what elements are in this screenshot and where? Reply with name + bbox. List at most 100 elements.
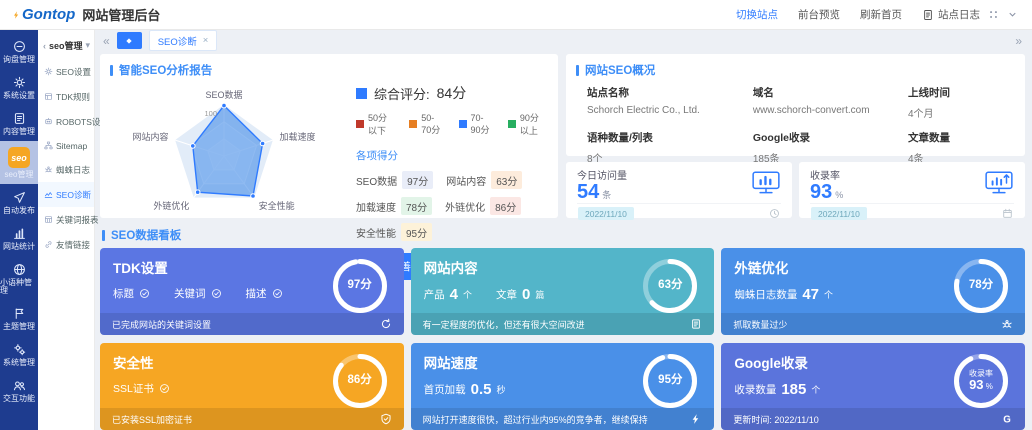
dashboard-card-网站速度: 网站速度首页加载 0.5秒 95分网站打开速度很快，超过行业内95%的竞争者，继… xyxy=(411,343,715,430)
overview-field: Google收录185条 xyxy=(753,130,908,165)
submenu-title: seo管理 xyxy=(49,39,83,52)
ring-score-value: 93 % xyxy=(969,378,993,393)
tdk-icon xyxy=(44,92,53,101)
dashboard-cards: TDK设置标题关键词描述 97分已完成网站的关键词设置网站内容产品 4个文章 0… xyxy=(100,248,1025,430)
card-footer-text: 已完成网站的关键词设置 xyxy=(112,318,211,331)
tab-bar: « SEO诊断 × » xyxy=(95,30,1032,51)
submenu-caret-icon[interactable]: ▾ xyxy=(86,40,91,51)
score-item: 外链优化86分 xyxy=(445,197,521,215)
submenu-item-label: Sitemap xyxy=(56,141,87,151)
svg-text:G: G xyxy=(1003,414,1011,425)
metric-label: 产品 xyxy=(424,287,445,302)
fullscreen-icon[interactable] xyxy=(987,8,1000,21)
submenu-item-gear[interactable]: SEO设置 xyxy=(38,59,94,84)
logo: Gontop xyxy=(10,6,75,23)
submenu-list: SEO设置TDK规则ROBOTS设置 Sitemap 蜘蛛日志 SEO诊断关键词报表友… xyxy=(38,59,94,257)
sitemap-icon xyxy=(44,141,53,150)
submenu-item-label: SEO诊断 xyxy=(56,189,91,201)
score-ring: 63分 xyxy=(641,257,699,315)
overview-field: 文章数量4条 xyxy=(908,130,1015,165)
score-item: 网站内容63分 xyxy=(446,171,522,189)
header-action-switch-site[interactable]: 切换站点 xyxy=(736,7,778,22)
sidebar-item-globe[interactable]: 小语种管理 xyxy=(0,256,38,300)
radar-chart: 100SEO数据加载速度安全性能外链优化网站内容 xyxy=(106,80,356,220)
score-ring: 95分 xyxy=(641,352,699,410)
header-action-preview[interactable]: 前台预览 xyxy=(798,7,840,22)
link-icon xyxy=(44,240,53,249)
submenu-item-robots[interactable]: ROBOTS设置 xyxy=(38,109,94,134)
chevron-down-icon[interactable] xyxy=(1007,9,1018,20)
header-action-label: 切换站点 xyxy=(736,7,778,22)
home-tab[interactable] xyxy=(117,32,142,49)
sidebar-item-content[interactable]: 内容管理 xyxy=(0,105,38,141)
refresh-icon[interactable] xyxy=(380,318,392,330)
back-chevron-icon[interactable]: ‹ xyxy=(43,41,46,51)
overview-field: 语种数量/列表8个 xyxy=(587,130,753,165)
header-action-label: 刷新首页 xyxy=(860,7,902,22)
overview-field: 上线时间4个月 xyxy=(908,85,1015,120)
calendar-icon xyxy=(1002,208,1013,219)
sidebar-item-system[interactable]: 系统管理 xyxy=(0,336,38,372)
dashboard-card-外链优化: 外链优化蜘蛛日志数量 47个 78分抓取数量过少 xyxy=(721,248,1025,335)
tab-seo-diagnosis[interactable]: SEO诊断 × xyxy=(149,30,218,51)
overview-grid: 站点名称Schorch Electric Co., Ltd.域名www.scho… xyxy=(566,80,1025,165)
sidebar-item-label: 交互功能 xyxy=(3,395,35,403)
card-metric: 首页加载 0.5秒 xyxy=(424,381,506,398)
google-icon: G xyxy=(1001,413,1013,425)
publish-icon xyxy=(13,190,26,204)
sidebar-item-seo[interactable]: seoseo管理 xyxy=(0,141,38,184)
ring-score-text: 97分 xyxy=(331,257,389,315)
interact-icon xyxy=(13,378,26,392)
sidebar-item-label: 系统管理 xyxy=(3,359,35,367)
stat-label: 今日访问量 xyxy=(577,167,627,182)
check-circle-icon xyxy=(159,383,170,394)
submenu-item-sitemap[interactable]: Sitemap xyxy=(38,134,94,157)
card-footer: 网站打开速度很快，超过行业内95%的竞争者，继续保持 xyxy=(411,408,715,430)
submenu-item-link[interactable]: 友情链接 xyxy=(38,232,94,257)
sidebar-item-theme[interactable]: 主题管理 xyxy=(0,300,38,336)
submenu-item-diagnose[interactable]: SEO诊断 xyxy=(38,182,94,207)
score-label: 加载速度 xyxy=(356,199,396,214)
sidebar-item-publish[interactable]: 自动发布 xyxy=(0,184,38,220)
title-bar-accent xyxy=(102,230,105,241)
header-action-site-log-doc[interactable]: 站点日志 xyxy=(922,7,980,22)
sidebar-item-label: 内容管理 xyxy=(3,128,35,136)
app-body: 询盘管理系统设置内容管理 seoseo管理自动发布网站统计小语种管理主题管理系统管… xyxy=(0,30,1032,430)
metric-value: 185 xyxy=(781,381,806,398)
legend-label: 50-70分 xyxy=(421,113,443,136)
report-title-row: 智能SEO分析报告 xyxy=(100,54,558,80)
shield-icon xyxy=(380,413,392,425)
card-footer: 已完成网站的关键词设置 xyxy=(100,313,404,335)
ring-score-text: 86分 xyxy=(331,352,389,410)
header-action-refresh-page[interactable]: 刷新首页 xyxy=(860,7,902,22)
lightning-icon xyxy=(690,413,702,425)
tab-close-icon[interactable]: × xyxy=(203,35,209,46)
card-footer: 有一定程度的优化，但还有很大空间改进 xyxy=(411,313,715,335)
card-footer: 已安装SSL加密证书 xyxy=(100,408,404,430)
submenu-item-report[interactable]: 关键词报表 xyxy=(38,207,94,232)
metric-label: 蜘蛛日志数量 xyxy=(734,287,797,302)
submenu-item-tdk[interactable]: TDK规则 xyxy=(38,84,94,109)
legend-item: 70-90分 xyxy=(459,111,493,137)
sidebar-item-stats[interactable]: 网站统计 xyxy=(0,220,38,256)
monitor-up-icon xyxy=(984,170,1014,203)
title-bar-accent xyxy=(110,65,113,76)
date-badge: 2022/11/10 xyxy=(578,207,634,220)
stat-value: 93% xyxy=(810,182,843,203)
submenu-header[interactable]: ‹ seo管理 ▾ xyxy=(38,30,94,59)
site-log-doc-icon xyxy=(922,9,934,21)
tabs-scroll-right-icon[interactable]: » xyxy=(1015,35,1022,47)
logo-bolt-icon xyxy=(12,9,21,21)
sidebar-item-gear[interactable]: 系统设置 xyxy=(0,69,38,105)
inquiry-icon xyxy=(13,39,26,53)
tabs-scroll-left-icon[interactable]: « xyxy=(103,35,110,47)
sidebar-item-inquiry[interactable]: 询盘管理 xyxy=(0,33,38,69)
legend-swatch xyxy=(409,120,417,128)
metric-value: 0 xyxy=(522,286,530,303)
svg-text:加载速度: 加载速度 xyxy=(280,131,316,142)
submenu-item-spider[interactable]: 蜘蛛日志 xyxy=(38,157,94,182)
card-footer-text: 网站打开速度很快，超过行业内95%的竞争者，继续保持 xyxy=(423,413,648,426)
gear-icon xyxy=(13,75,26,89)
svg-text:SEO数据: SEO数据 xyxy=(205,89,242,100)
sidebar-item-interact[interactable]: 交互功能 xyxy=(0,372,38,408)
